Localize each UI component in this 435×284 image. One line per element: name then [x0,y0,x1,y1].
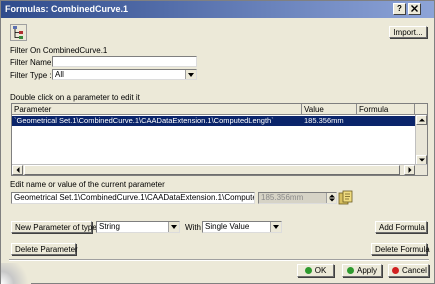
parameters-tree-icon [13,26,23,39]
ok-label: OK [314,266,327,275]
table-instruction: Double click on a parameter to edit it [10,93,140,102]
edit-label: Edit name or value of the current parame… [10,180,165,189]
cancel-icon [392,267,399,274]
table-vertical-scrollbar[interactable] [415,115,427,165]
value-kind-select[interactable]: Single Value [202,221,282,233]
spin-down-icon [328,198,335,202]
delete-parameter-button[interactable]: Delete Parameter [11,243,78,255]
ok-button[interactable]: OK [297,264,334,277]
chevron-down-icon[interactable] [168,222,179,232]
parameter-type-select[interactable]: String [96,221,180,233]
close-icon [411,5,418,12]
with-label: With [185,223,201,232]
separator [9,259,429,261]
column-header-parameter[interactable]: Parameter [12,104,302,115]
arrow-left-icon [16,167,19,173]
ok-icon [304,267,312,274]
arrow-up-icon [418,118,425,122]
help-button[interactable]: ? [393,3,406,15]
value-kind-value: Single Value [205,222,250,231]
filter-on-label: Filter On CombinedCurve.1 [10,46,108,55]
parameter-table[interactable]: Parameter Value Formula `Geometrical Set… [11,103,428,176]
filter-type-value: All [55,70,64,79]
import-button[interactable]: Import... [389,26,427,38]
apply-button[interactable]: Apply [342,264,382,277]
parameter-value: 185.356mm [261,193,304,202]
close-button[interactable] [408,3,421,15]
parameter-value-input: 185.356mm [258,192,337,204]
column-header-formula[interactable]: Formula [357,104,415,115]
scroll-right-button[interactable] [404,165,415,175]
chevron-down-icon[interactable] [270,222,281,232]
parameter-name-input[interactable]: Geometrical Set.1\CombinedCurve.1\CAADat… [11,192,255,204]
spin-up-icon [328,194,335,198]
title-bar[interactable]: Formulas: CombinedCurve.1 ? [1,1,434,18]
filter-name-label: Filter Name : [10,58,56,67]
corner-decoration [1,263,31,284]
value-spinner [326,193,336,203]
table-header: Parameter Value Formula [12,104,427,115]
formulas-dialog: Formulas: CombinedCurve.1 ? Import... Fi… [0,0,435,284]
column-header-value[interactable]: Value [302,104,357,115]
apply-icon [346,267,354,274]
table-row[interactable]: `Geometrical Set.1\CombinedCurve.1\CAADa… [12,116,415,126]
filter-name-input[interactable] [52,56,197,67]
formula-editor-button[interactable] [338,190,353,205]
add-formula-button[interactable]: Add Formula [375,221,427,233]
cancel-button[interactable]: Cancel [388,264,429,277]
parameter-type-value: String [99,222,120,231]
new-parameter-button[interactable]: New Parameter of type [11,221,97,233]
filter-type-label: Filter Type : [10,71,52,80]
chevron-down-icon[interactable] [185,70,196,79]
filter-type-select[interactable]: All [52,69,197,80]
cancel-label: Cancel [402,266,427,275]
scroll-up-button[interactable] [416,115,427,125]
window-title: Formulas: CombinedCurve.1 [5,4,129,14]
row-value-cell: 185.356mm [304,116,344,125]
parameter-filter-button[interactable] [10,24,27,41]
scroll-left-button[interactable] [12,165,23,175]
table-horizontal-scrollbar[interactable] [12,164,427,175]
row-parameter-cell: `Geometrical Set.1\CombinedCurve.1\CAADa… [14,116,274,125]
horizontal-scroll-thumb[interactable] [24,165,400,175]
delete-formula-button[interactable]: Delete Formula [371,243,430,255]
apply-label: Apply [356,266,377,275]
arrow-down-icon [418,158,425,162]
formula-editor-icon [338,190,353,205]
arrow-right-icon [408,167,411,173]
